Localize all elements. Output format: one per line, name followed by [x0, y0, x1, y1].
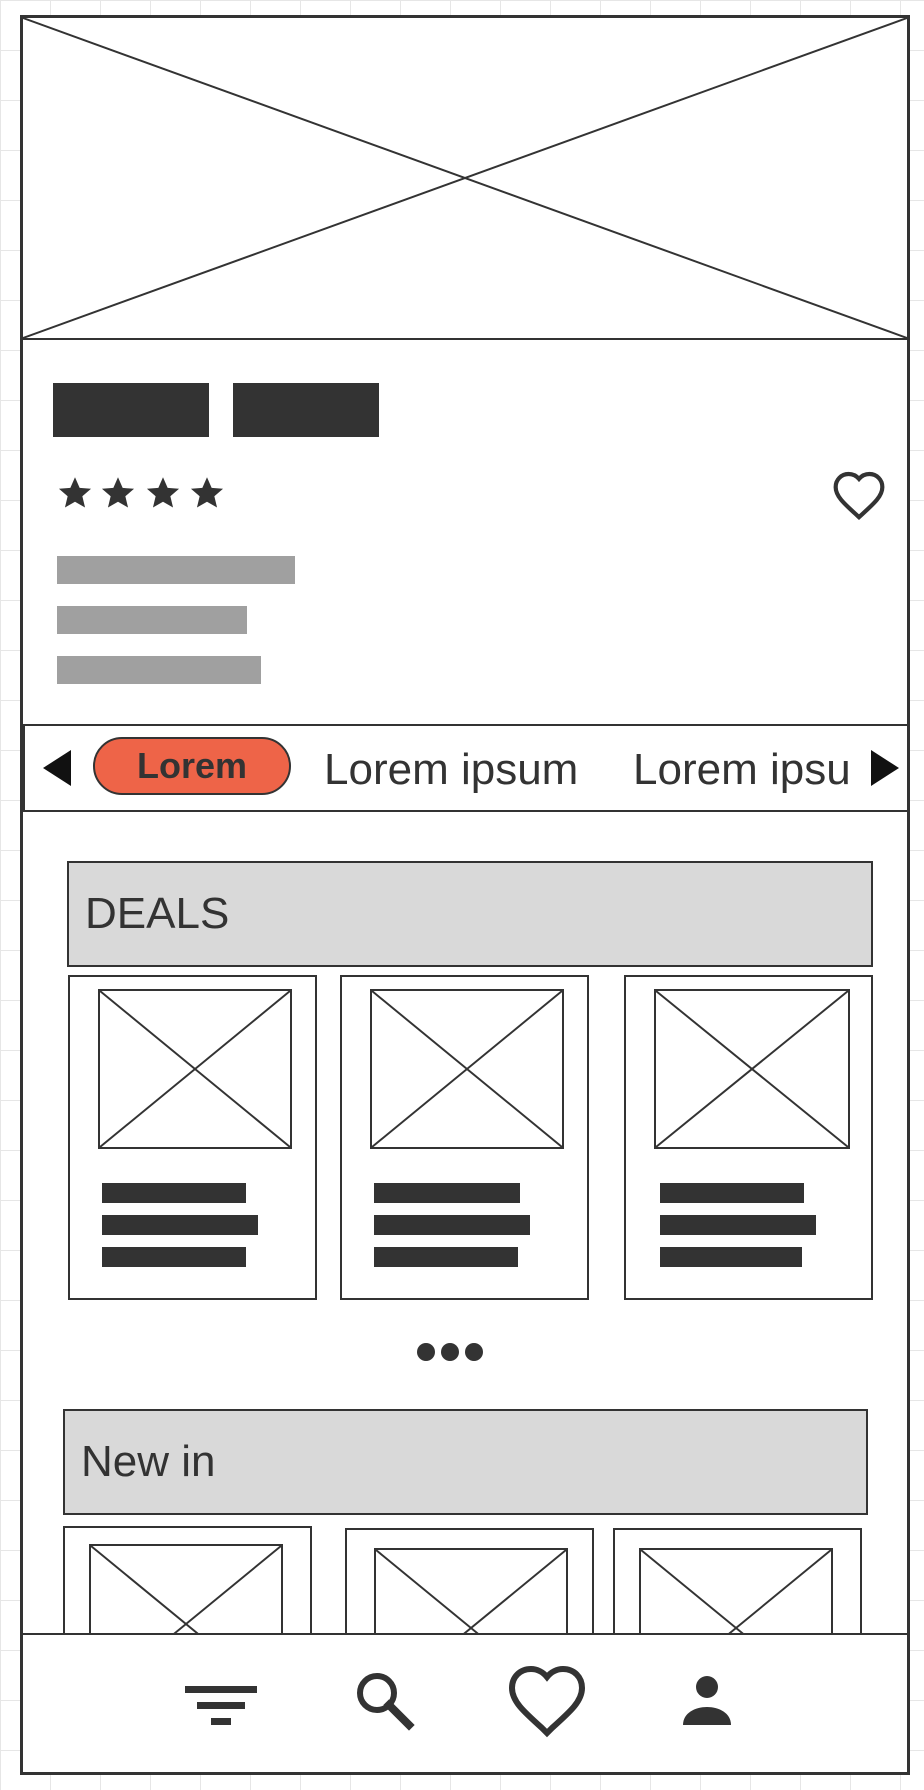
category-chip[interactable]: Lorem ipsum [324, 744, 578, 796]
bottom-navigation [23, 1633, 907, 1772]
heart-outline-icon[interactable] [831, 469, 887, 521]
more-dots-icon[interactable] [417, 1343, 487, 1367]
product-title-block [53, 383, 209, 437]
deal-card-text-line [374, 1183, 520, 1203]
deal-card-text-line [102, 1247, 246, 1267]
triangle-left-icon[interactable] [43, 750, 71, 786]
deal-card[interactable] [68, 975, 317, 1300]
star-icon [190, 477, 224, 508]
deal-card-image-placeholder [654, 989, 850, 1149]
category-chip-active[interactable]: Lorem [93, 737, 291, 795]
description-line [57, 556, 295, 584]
deal-card-text-line [660, 1215, 816, 1235]
filter-icon[interactable] [181, 1663, 261, 1743]
app-screen: Lorem Lorem ipsum Lorem ipsu DEALS New i… [20, 15, 910, 1775]
deal-card[interactable] [624, 975, 873, 1300]
star-icon [101, 477, 135, 508]
product-subtitle-block [233, 383, 379, 437]
category-chip[interactable]: Lorem ipsu [633, 744, 851, 796]
star-icon [146, 477, 180, 508]
deal-card-text-line [374, 1247, 518, 1267]
deal-card-text-line [102, 1215, 258, 1235]
category-carousel: Lorem Lorem ipsum Lorem ipsu [23, 724, 907, 812]
hero-image-placeholder [23, 18, 907, 340]
deals-section-header: DEALS [67, 861, 873, 967]
user-icon[interactable] [667, 1663, 747, 1743]
new-in-section-header: New in [63, 1409, 868, 1515]
deal-card-image-placeholder [98, 989, 292, 1149]
heart-icon[interactable] [507, 1663, 587, 1743]
deal-card[interactable] [340, 975, 589, 1300]
star-icon [58, 477, 92, 508]
deal-card-text-line [374, 1215, 530, 1235]
deal-card-text-line [660, 1183, 804, 1203]
search-icon[interactable] [347, 1663, 427, 1743]
deal-card-text-line [102, 1183, 246, 1203]
deal-card-image-placeholder [370, 989, 564, 1149]
description-line [57, 606, 247, 634]
description-line [57, 656, 261, 684]
deal-card-text-line [660, 1247, 802, 1267]
triangle-right-icon[interactable] [871, 750, 899, 786]
